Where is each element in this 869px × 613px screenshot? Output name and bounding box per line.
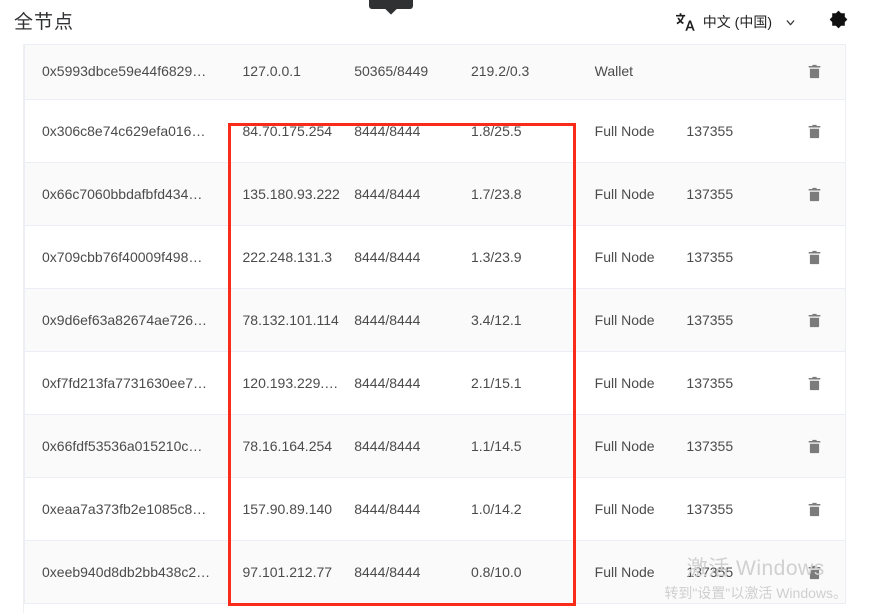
table-row[interactable]: 0x306c8e74c629efa016…84.70.175.2548444/8…	[25, 100, 845, 163]
cell-actions	[783, 247, 845, 267]
cell-traffic: 219.2/0.3	[458, 63, 580, 80]
table-row[interactable]: 0x66fdf53536a015210c…78.16.164.2548444/8…	[25, 415, 845, 478]
cell-node-id: 0x9d6ef63a82674ae726…	[25, 312, 225, 329]
app-header: 全节点 中文 (中国)	[0, 0, 869, 44]
cell-actions	[783, 562, 845, 582]
cell-height: 137355	[685, 564, 783, 581]
cell-traffic: 0.8/10.0	[458, 564, 580, 581]
table-top-border	[24, 44, 846, 45]
cell-node-type: Full Node	[580, 249, 686, 266]
cell-node-id: 0x66c7060bbdafbfd434…	[25, 186, 225, 203]
cell-actions	[783, 310, 845, 330]
cell-ports: 8444/8444	[345, 375, 458, 392]
cell-node-type: Full Node	[580, 438, 686, 455]
trash-icon[interactable]	[805, 562, 823, 582]
node-table-container[interactable]: 0x5993dbce59e44f6829…127.0.0.150365/8449…	[0, 44, 869, 613]
cell-node-id: 0xf7fd213fa7731630ee7…	[25, 375, 225, 392]
cell-node-id: 0xeaa7a373fb2e1085c8…	[25, 501, 225, 518]
cell-ip: 222.248.131.3	[225, 249, 346, 266]
cell-node-type: Full Node	[580, 501, 686, 518]
cell-ip: 78.132.101.114	[225, 312, 346, 329]
cell-height: 137355	[685, 249, 783, 266]
chevron-down-icon	[783, 15, 797, 29]
cell-traffic: 1.7/23.8	[458, 186, 580, 203]
cell-traffic: 1.1/14.5	[458, 438, 580, 455]
cell-node-type: Full Node	[580, 375, 686, 392]
trash-icon[interactable]	[805, 373, 823, 393]
tooltip-popper	[369, 0, 413, 9]
dark-mode-toggle-button[interactable]	[823, 7, 853, 37]
cell-ports: 8444/8444	[345, 501, 458, 518]
cell-ports: 8444/8444	[345, 249, 458, 266]
trash-icon[interactable]	[805, 247, 823, 267]
cell-actions	[783, 373, 845, 393]
cell-ip: 97.101.212.77	[225, 564, 346, 581]
cell-node-type: Wallet	[580, 63, 686, 80]
trash-icon[interactable]	[805, 184, 823, 204]
cell-node-id: 0x306c8e74c629efa016…	[25, 123, 225, 140]
translate-icon	[674, 11, 696, 33]
app-root: 全节点 中文 (中国)	[0, 0, 869, 613]
cell-ports: 8444/8444	[345, 123, 458, 140]
table-row[interactable]: 0x9d6ef63a82674ae726…78.132.101.1148444/…	[25, 289, 845, 352]
cell-ip: 157.90.89.140	[225, 501, 346, 518]
header-actions: 中文 (中国)	[670, 7, 853, 37]
cell-height: 137355	[685, 375, 783, 392]
cell-actions	[783, 62, 845, 82]
cell-traffic: 1.3/23.9	[458, 249, 580, 266]
cell-ports: 8444/8444	[345, 438, 458, 455]
cell-height: 137355	[685, 438, 783, 455]
cell-node-id: 0x709cbb76f40009f498…	[25, 249, 225, 266]
table-left-gutter	[0, 44, 24, 613]
cell-traffic: 3.4/12.1	[458, 312, 580, 329]
table-row[interactable]: 0xeaa7a373fb2e1085c8…157.90.89.1408444/8…	[25, 478, 845, 541]
trash-icon[interactable]	[805, 121, 823, 141]
cell-height: 137355	[685, 312, 783, 329]
cell-actions	[783, 436, 845, 456]
cell-actions	[783, 121, 845, 141]
cell-traffic: 1.0/14.2	[458, 501, 580, 518]
table-row[interactable]: 0xeeb940d8db2bb438c2…97.101.212.778444/8…	[25, 541, 845, 604]
cell-ports: 50365/8449	[345, 63, 458, 80]
trash-icon[interactable]	[805, 436, 823, 456]
table-row[interactable]: 0x709cbb76f40009f498…222.248.131.38444/8…	[25, 226, 845, 289]
language-selector[interactable]: 中文 (中国)	[670, 9, 801, 35]
cell-node-type: Full Node	[580, 564, 686, 581]
table-row[interactable]: 0xf7fd213fa7731630ee7…120.193.229.197844…	[25, 352, 845, 415]
table-row[interactable]: 0x5993dbce59e44f6829…127.0.0.150365/8449…	[25, 44, 845, 100]
cell-traffic: 2.1/15.1	[458, 375, 580, 392]
cell-height: 137355	[685, 186, 783, 203]
language-label: 中文 (中国)	[703, 15, 772, 29]
cell-ip: 135.180.93.222	[225, 186, 346, 203]
cell-node-id: 0xeeb940d8db2bb438c2…	[25, 564, 225, 581]
cell-traffic: 1.8/25.5	[458, 123, 580, 140]
page-title: 全节点	[14, 13, 74, 32]
cell-ip: 78.16.164.254	[225, 438, 346, 455]
node-table: 0x5993dbce59e44f6829…127.0.0.150365/8449…	[24, 44, 846, 604]
cell-node-id: 0x66fdf53536a015210c…	[25, 438, 225, 455]
table-row[interactable]: 0x66c7060bbdafbfd434…135.180.93.2228444/…	[25, 163, 845, 226]
cell-ip: 84.70.175.254	[225, 123, 346, 140]
trash-icon[interactable]	[805, 499, 823, 519]
cell-height: 137355	[685, 501, 783, 518]
cell-ports: 8444/8444	[345, 186, 458, 203]
cell-node-type: Full Node	[580, 186, 686, 203]
cell-node-id: 0x5993dbce59e44f6829…	[25, 63, 225, 80]
trash-icon[interactable]	[805, 62, 823, 82]
cell-ip: 127.0.0.1	[225, 63, 346, 80]
cell-ports: 8444/8444	[345, 564, 458, 581]
brightness-dark-mode-icon	[825, 6, 852, 38]
cell-actions	[783, 184, 845, 204]
cell-actions	[783, 499, 845, 519]
cell-ip: 120.193.229.197	[225, 375, 346, 392]
cell-node-type: Full Node	[580, 312, 686, 329]
cell-ports: 8444/8444	[345, 312, 458, 329]
cell-node-type: Full Node	[580, 123, 686, 140]
cell-height: 137355	[685, 123, 783, 140]
trash-icon[interactable]	[805, 310, 823, 330]
